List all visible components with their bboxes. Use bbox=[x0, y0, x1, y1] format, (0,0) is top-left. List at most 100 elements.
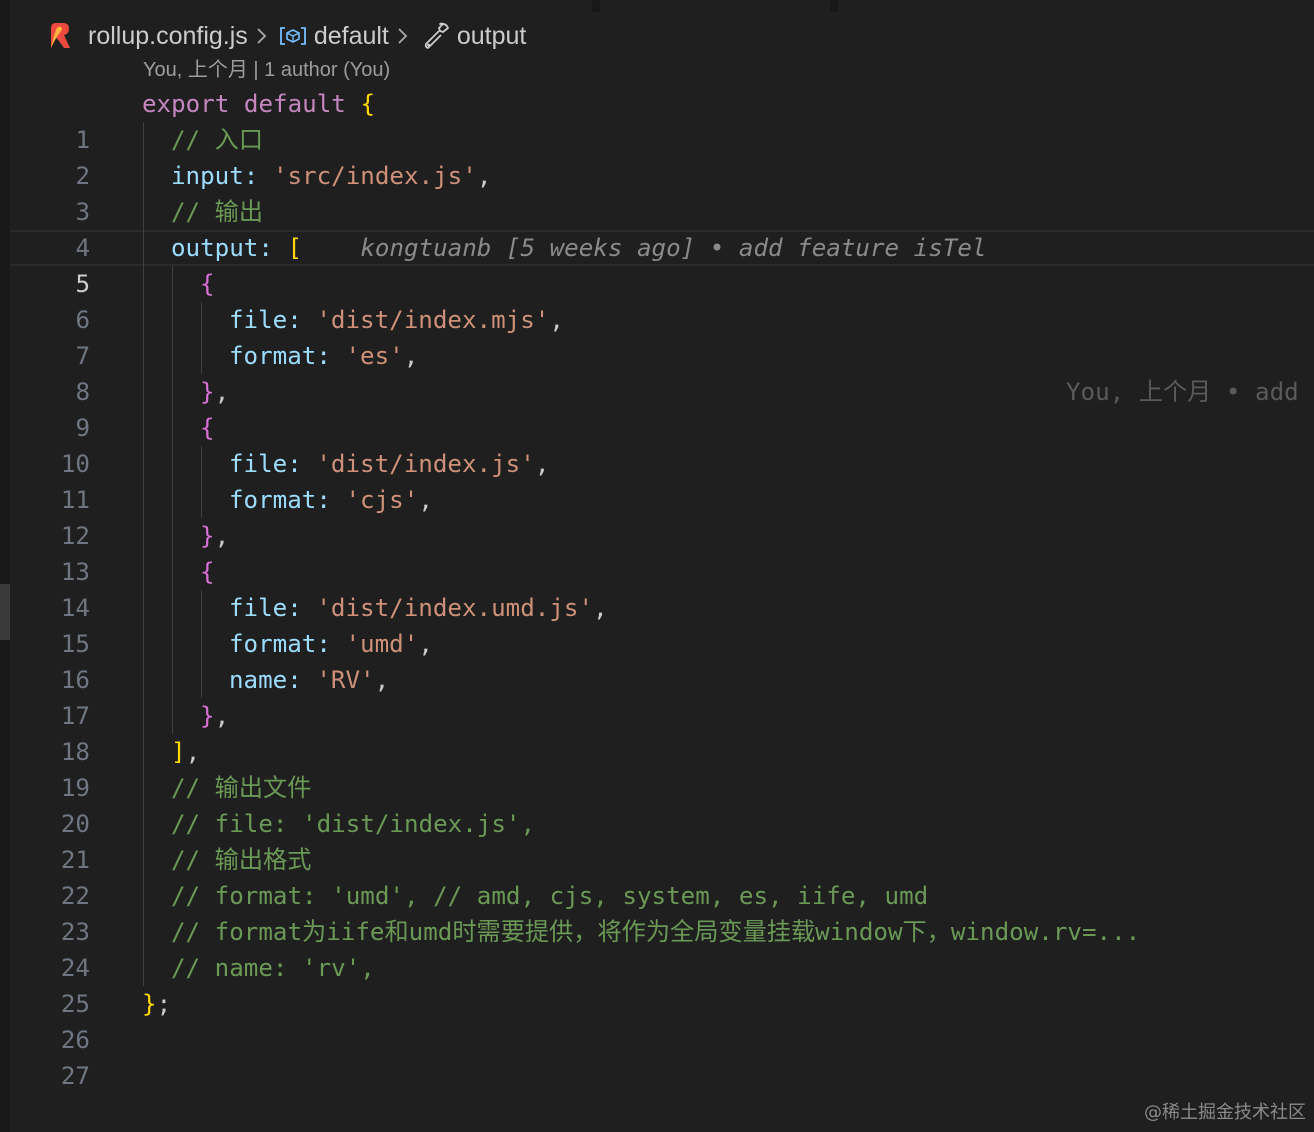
bracket-token: ] bbox=[171, 738, 186, 766]
indent-guide bbox=[143, 122, 144, 158]
indent-guide bbox=[172, 338, 173, 374]
scroll-marker bbox=[0, 584, 10, 640]
string-token: 'dist/index.js' bbox=[316, 450, 535, 478]
code-line[interactable]: 14 { bbox=[10, 554, 1314, 622]
indent-guide bbox=[143, 230, 144, 266]
property-token: file: bbox=[229, 450, 302, 478]
tab-area[interactable] bbox=[600, 0, 830, 12]
string-token: 'dist/index.mjs' bbox=[316, 306, 550, 334]
indent-guide bbox=[143, 734, 144, 770]
indent-guide bbox=[172, 662, 173, 698]
indent-guide bbox=[172, 410, 173, 446]
punctuation-token: , bbox=[185, 738, 201, 766]
breadcrumb-property-output[interactable]: output bbox=[417, 21, 526, 51]
property-token: file: bbox=[229, 306, 302, 334]
punctuation-token: ; bbox=[156, 990, 172, 1018]
breadcrumb-file[interactable]: rollup.config.js bbox=[44, 22, 248, 51]
rollup-logo-icon bbox=[51, 23, 70, 48]
symbol-variable-icon bbox=[279, 27, 306, 45]
breadcrumb-symbol-default[interactable]: default bbox=[276, 22, 389, 51]
code-line[interactable]: 24 // format为iife和umd时需要提供，将作为全局变量挂载wind… bbox=[10, 914, 1314, 982]
code-editor[interactable]: 1 export default { 2 // 入口 3 input: 'src… bbox=[10, 86, 1314, 1090]
code-line[interactable]: 11 file: 'dist/index.js', bbox=[10, 446, 1314, 514]
code-line[interactable]: 17 name: 'RV', bbox=[10, 662, 1314, 730]
indent-guide bbox=[172, 302, 173, 338]
indent-guide bbox=[143, 410, 144, 446]
code-line[interactable]: 9 }, bbox=[10, 374, 1314, 442]
code-line[interactable]: 12 format: 'cjs', bbox=[10, 482, 1314, 550]
indent-guide bbox=[201, 626, 202, 662]
indent-guide bbox=[143, 482, 144, 518]
git-blame-inline[interactable]: kongtuanb [5 weeks ago] • add feature is… bbox=[360, 234, 986, 262]
code-line-current[interactable]: 5 output: [ kongtuanb [5 weeks ago] • ad… bbox=[10, 230, 1314, 406]
indent-guide bbox=[143, 914, 144, 950]
property-token: file: bbox=[229, 594, 302, 622]
codelens-authors[interactable]: You, 上个月 | 1 author (You) bbox=[143, 56, 390, 84]
indent-guide bbox=[143, 950, 144, 986]
comment-token: // file: 'dist/index.js', bbox=[171, 810, 536, 838]
indent-guide bbox=[172, 446, 173, 482]
indent-guide bbox=[143, 770, 144, 806]
code-line[interactable]: 2 // 入口 bbox=[10, 122, 1314, 190]
indent-guide bbox=[201, 302, 202, 338]
code-line[interactable]: 4 // 输出 bbox=[10, 194, 1314, 262]
tab-area[interactable] bbox=[838, 0, 1314, 12]
bracket-token: [ bbox=[287, 234, 303, 262]
punctuation-token: , bbox=[403, 342, 419, 370]
string-token: 'es' bbox=[345, 342, 404, 370]
indent-guide bbox=[143, 194, 144, 230]
indent-guide bbox=[143, 878, 144, 914]
punctuation-token: , bbox=[476, 162, 492, 190]
code-line[interactable]: 27 bbox=[10, 1022, 1314, 1090]
code-line[interactable]: 6 { bbox=[10, 266, 1314, 334]
punctuation-token: , bbox=[534, 450, 550, 478]
code-line[interactable]: 16 format: 'umd', bbox=[10, 626, 1314, 694]
code-line[interactable]: 18 }, bbox=[10, 698, 1314, 766]
editor-tabs-strip bbox=[0, 0, 1314, 12]
code-line[interactable]: 3 input: 'src/index.js', bbox=[10, 158, 1314, 226]
line-number[interactable]: 27 bbox=[10, 1058, 90, 1094]
indent-guide bbox=[143, 662, 144, 698]
property-token: format: bbox=[229, 630, 331, 658]
comment-token: // 输出格式 bbox=[171, 846, 312, 874]
indent-guide bbox=[143, 266, 144, 302]
code-line[interactable]: 21 // file: 'dist/index.js', bbox=[10, 806, 1314, 874]
brace-token: { bbox=[200, 558, 215, 586]
indent-guide bbox=[201, 338, 202, 374]
breadcrumb-symbol-label: default bbox=[313, 21, 389, 50]
code-line[interactable]: 15 file: 'dist/index.umd.js', bbox=[10, 590, 1314, 658]
comment-token: // 入口 bbox=[171, 126, 264, 154]
code-line[interactable]: 1 export default { bbox=[10, 86, 1314, 154]
indent-guide bbox=[172, 374, 173, 410]
code-line[interactable]: 7 file: 'dist/index.mjs', bbox=[10, 302, 1314, 370]
indent-guide bbox=[201, 482, 202, 518]
comment-token: // 输出 bbox=[171, 198, 264, 226]
punctuation-token: , bbox=[418, 486, 433, 514]
indent-guide bbox=[143, 590, 144, 626]
indent-guide bbox=[143, 554, 144, 590]
breadcrumb-file-label: rollup.config.js bbox=[88, 21, 248, 50]
code-line[interactable]: 26 }; bbox=[10, 986, 1314, 1054]
property-token: name: bbox=[229, 666, 302, 694]
brace-token: } bbox=[200, 378, 215, 406]
code-line[interactable]: 25 // name: 'rv', bbox=[10, 950, 1314, 1018]
indent-guide bbox=[143, 338, 144, 374]
indent-guide bbox=[172, 482, 173, 518]
code-line[interactable]: 23 // format: 'umd', // amd, cjs, system… bbox=[10, 878, 1314, 946]
brace-token: { bbox=[200, 270, 215, 298]
brace-token: } bbox=[142, 990, 157, 1018]
active-tab-area[interactable] bbox=[10, 0, 592, 12]
code-line[interactable]: 22 // 输出格式 bbox=[10, 842, 1314, 910]
property-token: format: bbox=[229, 486, 331, 514]
comment-token: // name: 'rv', bbox=[171, 954, 375, 982]
code-line[interactable]: 20 // 输出文件 bbox=[10, 770, 1314, 838]
code-line[interactable]: 8 format: 'es', bbox=[10, 338, 1314, 406]
indent-guide bbox=[201, 590, 202, 626]
code-line[interactable]: 13 }, bbox=[10, 518, 1314, 586]
indent-guide bbox=[143, 626, 144, 662]
string-token: 'RV' bbox=[316, 666, 375, 694]
watermark: @稀土掘金技术社区 bbox=[1144, 1102, 1306, 1123]
code-line[interactable]: 19 ], bbox=[10, 734, 1314, 802]
property-token: output: bbox=[171, 234, 273, 262]
code-line[interactable]: 10 { bbox=[10, 410, 1314, 478]
